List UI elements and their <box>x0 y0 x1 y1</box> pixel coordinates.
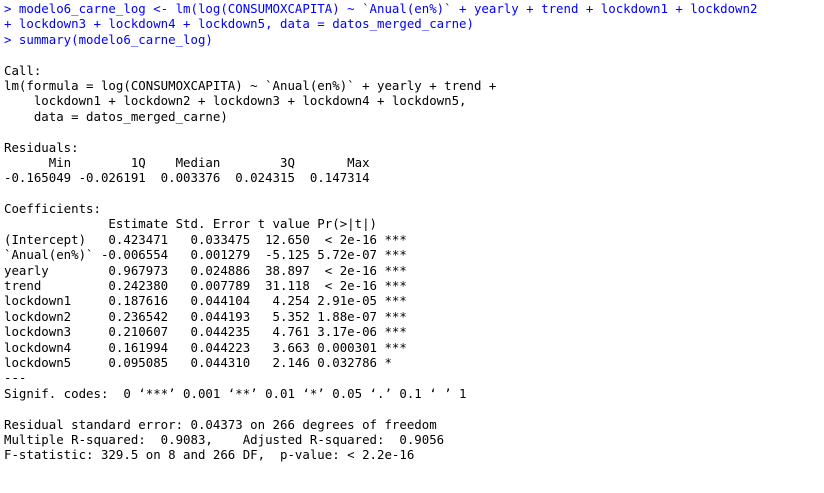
coefficients-header: Coefficients: <box>4 201 101 217</box>
coefficient-row: trend 0.242380 0.007789 31.118 < 2e-16 *… <box>4 278 407 294</box>
coefficient-row: lockdown3 0.210607 0.044235 4.761 3.17e-… <box>4 324 407 340</box>
r-console-output: > modelo6_carne_log <- lm(log(CONSUMOXCA… <box>4 1 822 491</box>
console-input-continuation-line: + lockdown3 + lockdown4 + lockdown5, dat… <box>4 16 474 32</box>
coefficient-row: yearly 0.967973 0.024886 38.897 < 2e-16 … <box>4 262 407 278</box>
f-statistic-line: F-statistic: 329.5 on 8 and 266 DF, p-va… <box>4 447 415 463</box>
call-formula-line: data = datos_merged_carne) <box>4 108 228 124</box>
separator-line: --- <box>4 370 27 386</box>
call-header: Call: <box>4 62 42 78</box>
console-input-line: > modelo6_carne_log <- lm(log(CONSUMOXCA… <box>4 1 758 16</box>
coefficients-column-header: Estimate Std. Error t value Pr(>|t|) <box>4 216 407 232</box>
residual-standard-error-line: Residual standard error: 0.04373 on 266 … <box>4 416 437 432</box>
residuals-labels: Min 1Q Median 3Q Max <box>4 154 377 170</box>
coefficient-row: lockdown4 0.161994 0.044223 3.663 0.0003… <box>4 339 407 355</box>
coefficient-row: `Anual(en%)` -0.006554 0.001279 -5.125 5… <box>4 247 407 263</box>
coefficient-row: lockdown5 0.095085 0.044310 2.146 0.0327… <box>4 354 407 370</box>
coefficient-row: (Intercept) 0.423471 0.033475 12.650 < 2… <box>4 231 407 247</box>
signif-codes-line: Signif. codes: 0 ‘***’ 0.001 ‘**’ 0.01 ‘… <box>4 385 467 401</box>
r-squared-line: Multiple R-squared: 0.9083, Adjusted R-s… <box>4 431 452 447</box>
residuals-header: Residuals: <box>4 139 79 155</box>
console-input-line: > summary(modelo6_carne_log) <box>4 31 213 47</box>
call-formula-line: lockdown1 + lockdown2 + lockdown3 + lock… <box>4 93 467 109</box>
call-formula-line: lm(formula = log(CONSUMOXCAPITA) ~ `Anua… <box>4 77 497 93</box>
coefficient-row: lockdown2 0.236542 0.044193 5.352 1.88e-… <box>4 308 407 324</box>
residuals-values: -0.165049 -0.026191 0.003376 0.024315 0.… <box>4 170 377 186</box>
coefficient-row: lockdown1 0.187616 0.044104 4.254 2.91e-… <box>4 293 407 309</box>
